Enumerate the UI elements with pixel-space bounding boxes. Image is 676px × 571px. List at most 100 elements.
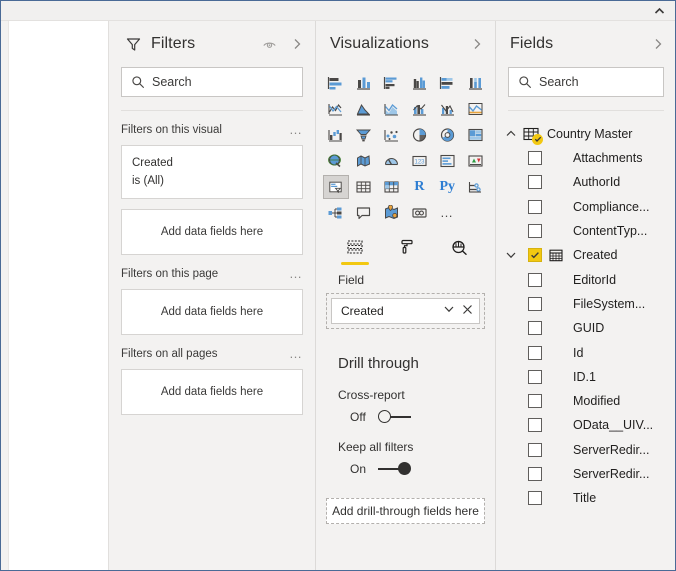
line-clustered-column-chart-icon[interactable] (434, 97, 460, 121)
100-stacked-bar-chart-icon[interactable] (434, 71, 460, 95)
stacked-column-chart-icon[interactable] (351, 71, 377, 95)
key-influencers-icon[interactable] (462, 175, 488, 199)
funnel-chart-icon[interactable] (351, 123, 377, 147)
cross-report-toggle[interactable] (378, 410, 412, 424)
field-row[interactable]: Id (496, 340, 675, 364)
chevron-down-icon[interactable] (443, 302, 455, 320)
multi-row-card-icon[interactable] (434, 149, 460, 173)
field-checkbox[interactable] (528, 394, 542, 409)
python-visual-icon[interactable]: Py (434, 175, 460, 199)
area-chart-icon[interactable] (351, 97, 377, 121)
line-stacked-column-chart-icon[interactable] (407, 97, 433, 121)
paginated-report-icon[interactable] (407, 201, 433, 225)
field-checkbox[interactable] (528, 467, 542, 481)
chevron-right-icon[interactable] (650, 36, 666, 52)
field-checkbox[interactable] (528, 248, 542, 263)
matrix-icon[interactable] (379, 175, 405, 199)
field-row[interactable]: ContentTyp... (496, 219, 675, 243)
more-options-icon[interactable]: … (434, 201, 460, 225)
stacked-bar-chart-icon[interactable] (323, 71, 349, 95)
filled-map-icon[interactable] (351, 149, 377, 173)
field-row[interactable]: Attachments (496, 146, 675, 170)
tab-field[interactable] (338, 235, 372, 265)
field-checkbox[interactable] (528, 491, 542, 506)
fields-table-country-master[interactable]: Country Master (496, 121, 675, 146)
page-title: Fields (510, 35, 554, 52)
donut-chart-icon[interactable] (434, 123, 460, 147)
field-checkbox[interactable] (528, 442, 542, 457)
chevron-up-icon[interactable] (651, 3, 667, 19)
pie-chart-icon[interactable] (407, 123, 433, 147)
field-checkbox[interactable] (528, 272, 542, 287)
field-well[interactable]: Created (326, 293, 485, 329)
chevron-right-icon[interactable] (289, 36, 305, 52)
field-row[interactable]: FileSystem... (496, 292, 675, 316)
report-canvas[interactable] (1, 21, 109, 570)
search-placeholder: Search (152, 75, 192, 89)
field-row[interactable]: OData__UIV... (496, 413, 675, 437)
field-row[interactable]: GUID (496, 316, 675, 340)
stacked-area-chart-icon[interactable] (379, 97, 405, 121)
field-checkbox[interactable] (528, 296, 542, 311)
field-checkbox[interactable] (528, 321, 542, 336)
line-chart-icon[interactable] (323, 97, 349, 121)
slicer-icon[interactable] (323, 175, 349, 199)
chevron-right-icon[interactable] (469, 36, 485, 52)
card-icon[interactable]: 123 (407, 149, 433, 173)
field-chip[interactable]: Created (331, 298, 480, 324)
waterfall-chart-icon[interactable] (323, 123, 349, 147)
treemap-icon[interactable] (462, 123, 488, 147)
field-checkbox[interactable] (528, 199, 542, 214)
more-options-icon[interactable]: … (289, 267, 303, 280)
more-options-icon[interactable]: … (289, 123, 303, 136)
filter-card[interactable]: Created is (All) (121, 145, 303, 199)
field-checkbox[interactable] (528, 369, 542, 384)
filter-group-title: Filters on this page (121, 268, 219, 280)
chevron-placeholder (504, 151, 518, 165)
chevron-down-icon[interactable] (504, 248, 518, 262)
chevron-up-icon[interactable] (504, 127, 518, 141)
100-stacked-column-chart-icon[interactable] (462, 71, 488, 95)
arcgis-maps-icon[interactable] (379, 201, 405, 225)
keep-all-filters-toggle[interactable] (378, 462, 412, 476)
field-checkbox[interactable] (528, 345, 542, 360)
tab-analytics[interactable] (442, 235, 476, 265)
decomposition-tree-icon[interactable] (323, 201, 349, 225)
filter-dropzone[interactable]: Add data fields here (121, 289, 303, 335)
field-row[interactable]: Title (496, 486, 675, 510)
search-input[interactable]: Search (508, 67, 664, 97)
field-label: GUID (573, 321, 605, 336)
eye-icon[interactable] (261, 36, 277, 52)
clustered-column-chart-icon[interactable] (407, 71, 433, 95)
gauge-icon[interactable] (379, 149, 405, 173)
funnel-icon (123, 34, 143, 54)
ribbon-chart-icon[interactable] (462, 97, 488, 121)
tab-format[interactable] (390, 235, 424, 265)
table-icon[interactable] (351, 175, 377, 199)
field-checkbox[interactable] (528, 151, 542, 166)
field-row[interactable]: AuthorId (496, 170, 675, 194)
scatter-chart-icon[interactable] (379, 123, 405, 147)
field-row[interactable]: EditorId (496, 267, 675, 291)
kpi-icon[interactable] (462, 149, 488, 173)
field-checkbox[interactable] (528, 418, 542, 433)
map-icon[interactable] (323, 149, 349, 173)
field-label: Created (573, 248, 618, 263)
drill-through-dropzone[interactable]: Add drill-through fields here (326, 498, 485, 524)
clustered-bar-chart-icon[interactable] (379, 71, 405, 95)
field-checkbox[interactable] (528, 175, 542, 190)
r-script-visual-icon[interactable]: R (407, 175, 433, 199)
field-row[interactable]: ID.1 (496, 365, 675, 389)
field-row-created[interactable]: Created (496, 243, 675, 267)
filter-dropzone[interactable]: Add data fields here (121, 209, 303, 255)
more-options-icon[interactable]: … (289, 347, 303, 360)
field-row[interactable]: Modified (496, 389, 675, 413)
field-row[interactable]: ServerRedir... (496, 438, 675, 462)
search-input[interactable]: Search (121, 67, 303, 97)
filter-dropzone[interactable]: Add data fields here (121, 369, 303, 415)
field-checkbox[interactable] (528, 224, 542, 239)
close-icon[interactable] (462, 302, 473, 320)
q-and-a-icon[interactable] (351, 201, 377, 225)
field-row[interactable]: ServerRedir... (496, 462, 675, 486)
field-row[interactable]: Compliance... (496, 195, 675, 219)
